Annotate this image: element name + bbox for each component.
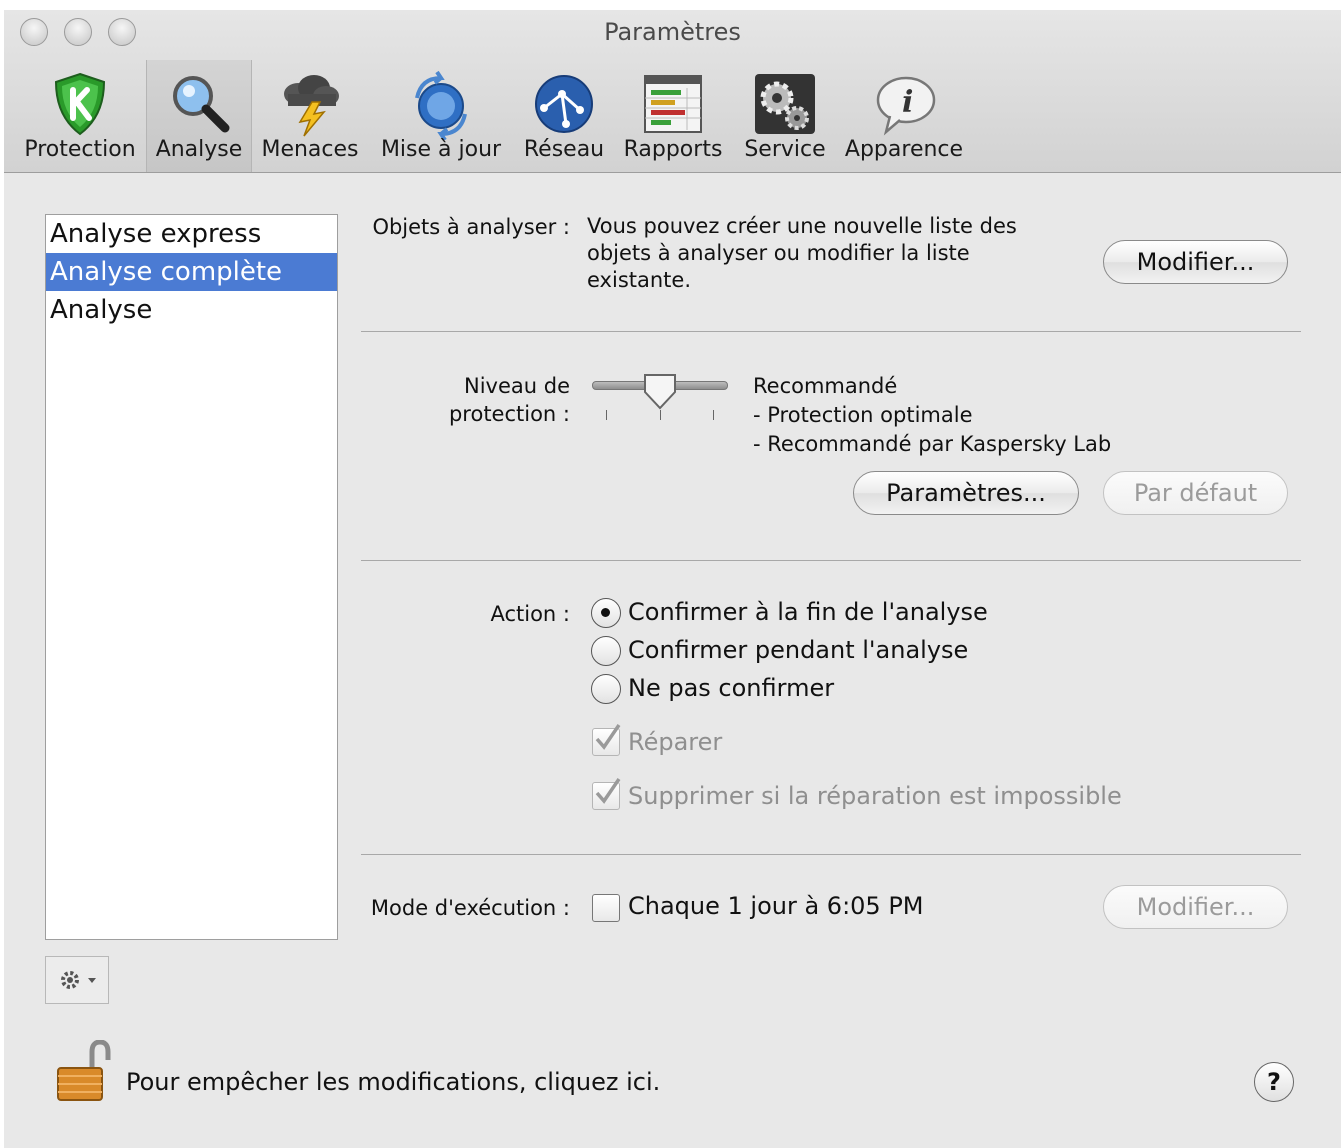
list-item-analyse-express[interactable]: Analyse express	[46, 215, 337, 253]
toolbar-label: Menaces	[261, 137, 359, 162]
protection-level-label: Niveau de protection :	[354, 372, 570, 428]
separator	[361, 331, 1301, 332]
separator	[361, 854, 1301, 855]
radio-label[interactable]: Confirmer à la fin de l'analyse	[628, 598, 988, 626]
toolbar-item-service[interactable]: Service	[740, 60, 830, 172]
objects-label: Objets à analyser :	[372, 215, 570, 239]
protection-detail: - Recommandé par Kaspersky Lab	[753, 432, 1112, 456]
schedule-label: Mode d'exécution :	[370, 896, 570, 920]
storm-cloud-icon	[284, 75, 339, 137]
slider-tick	[606, 410, 607, 420]
network-globe-icon	[535, 75, 593, 133]
toolbar-label: Service	[744, 137, 826, 162]
gear-icon	[61, 971, 96, 989]
modify-objects-button[interactable]: Modifier...	[1103, 240, 1288, 284]
modify-schedule-button[interactable]: Modifier...	[1103, 885, 1288, 929]
settings-button[interactable]: Paramètres...	[853, 471, 1079, 515]
toolbar-item-protection[interactable]: Protection	[18, 60, 142, 172]
schedule-checkbox[interactable]	[592, 894, 620, 922]
toolbar-item-mise-a-jour[interactable]: Mise à jour	[376, 60, 506, 172]
scan-task-list: Analyse express Analyse complète Analyse	[45, 214, 338, 940]
help-button[interactable]: ?	[1254, 1062, 1294, 1102]
window-title: Paramètres	[604, 18, 741, 46]
toolbar-item-apparence[interactable]: i Apparence	[842, 60, 966, 172]
svg-text:i: i	[902, 85, 913, 120]
action-label: Action :	[490, 602, 570, 626]
toolbar-item-analyse[interactable]: Analyse	[146, 60, 252, 172]
protection-level-label-line1: Niveau de	[464, 374, 570, 398]
toolbar-label: Réseau	[523, 137, 605, 162]
report-table-icon	[644, 75, 702, 133]
protection-level-name: Recommandé	[753, 374, 898, 398]
shield-k-icon	[54, 72, 106, 136]
protection-level-label-line2: protection :	[448, 402, 570, 426]
toolbar-label: Mise à jour	[380, 137, 502, 162]
radio-selected-dot	[601, 608, 610, 617]
toolbar-label: Analyse	[155, 137, 243, 162]
delete-checkbox[interactable]	[592, 778, 621, 810]
protection-level-description: Recommandé - Protection optimale - Recom…	[753, 372, 1111, 459]
gears-icon	[755, 74, 815, 134]
slider-tick	[660, 410, 661, 420]
unlocked-padlock-icon[interactable]	[54, 1040, 114, 1104]
checkmark-icon	[595, 778, 621, 804]
globe-update-icon	[415, 70, 467, 140]
radio-confirm-during[interactable]	[591, 636, 621, 666]
slider-knob[interactable]	[642, 372, 678, 412]
toolbar-item-menaces[interactable]: Menaces	[256, 60, 364, 172]
toolbar: Paramètres Protection Analyse Menaces Mi…	[4, 10, 1341, 173]
protection-detail: - Protection optimale	[753, 403, 973, 427]
objects-description: Vous pouvez créer une nouvelle liste des…	[587, 214, 1017, 292]
info-bubble-icon: i	[876, 76, 936, 136]
radio-label[interactable]: Confirmer pendant l'analyse	[628, 636, 968, 664]
lock-message[interactable]: Pour empêcher les modifications, cliquez…	[126, 1068, 660, 1096]
radio-confirm-end[interactable]	[591, 598, 621, 628]
checkmark-icon	[595, 724, 621, 750]
toolbar-item-rapports[interactable]: Rapports	[618, 60, 728, 172]
toolbar-label: Protection	[24, 137, 136, 162]
list-actions-button[interactable]	[45, 956, 109, 1004]
toolbar-label: Rapports	[623, 137, 723, 162]
separator	[361, 560, 1301, 561]
repair-label: Réparer	[628, 728, 723, 756]
delete-label: Supprimer si la réparation est impossibl…	[628, 782, 1122, 810]
list-item-analyse-complete[interactable]: Analyse complète	[46, 253, 337, 291]
slider-tick	[713, 410, 714, 420]
magnifier-icon	[173, 76, 230, 133]
preferences-window: Paramètres Protection Analyse Menaces Mi…	[4, 10, 1341, 1148]
default-button[interactable]: Par défaut	[1103, 471, 1288, 515]
toolbar-item-reseau[interactable]: Réseau	[518, 60, 610, 172]
radio-label[interactable]: Ne pas confirmer	[628, 674, 834, 702]
protection-level-slider[interactable]	[590, 372, 730, 426]
toolbar-label: Apparence	[844, 137, 964, 162]
radio-no-confirm[interactable]	[591, 674, 621, 704]
list-item-analyse[interactable]: Analyse	[46, 291, 337, 329]
repair-checkbox[interactable]	[592, 724, 621, 756]
schedule-checkbox-label[interactable]: Chaque 1 jour à 6:05 PM	[628, 892, 924, 920]
